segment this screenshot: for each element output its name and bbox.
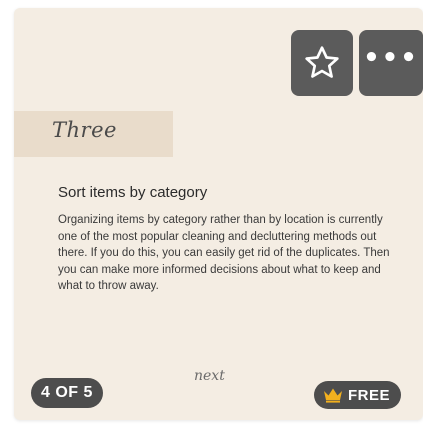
free-label: FREE bbox=[348, 386, 391, 404]
tip-card: ••• Three Sort items by category Organiz… bbox=[14, 8, 423, 420]
more-options-button[interactable]: ••• bbox=[359, 30, 423, 96]
star-outline-icon bbox=[305, 46, 339, 78]
card-body-text: Organizing items by category rather than… bbox=[58, 214, 390, 293]
free-badge: FREE bbox=[314, 381, 402, 409]
favorite-button[interactable] bbox=[291, 30, 353, 96]
crown-icon bbox=[324, 388, 342, 403]
card-title: Sort items by category bbox=[58, 184, 208, 201]
next-link[interactable]: next bbox=[194, 368, 225, 384]
step-label: Three bbox=[52, 118, 117, 142]
progress-badge: 4 OF 5 bbox=[31, 378, 103, 408]
more-dots-icon: ••• bbox=[363, 43, 419, 73]
